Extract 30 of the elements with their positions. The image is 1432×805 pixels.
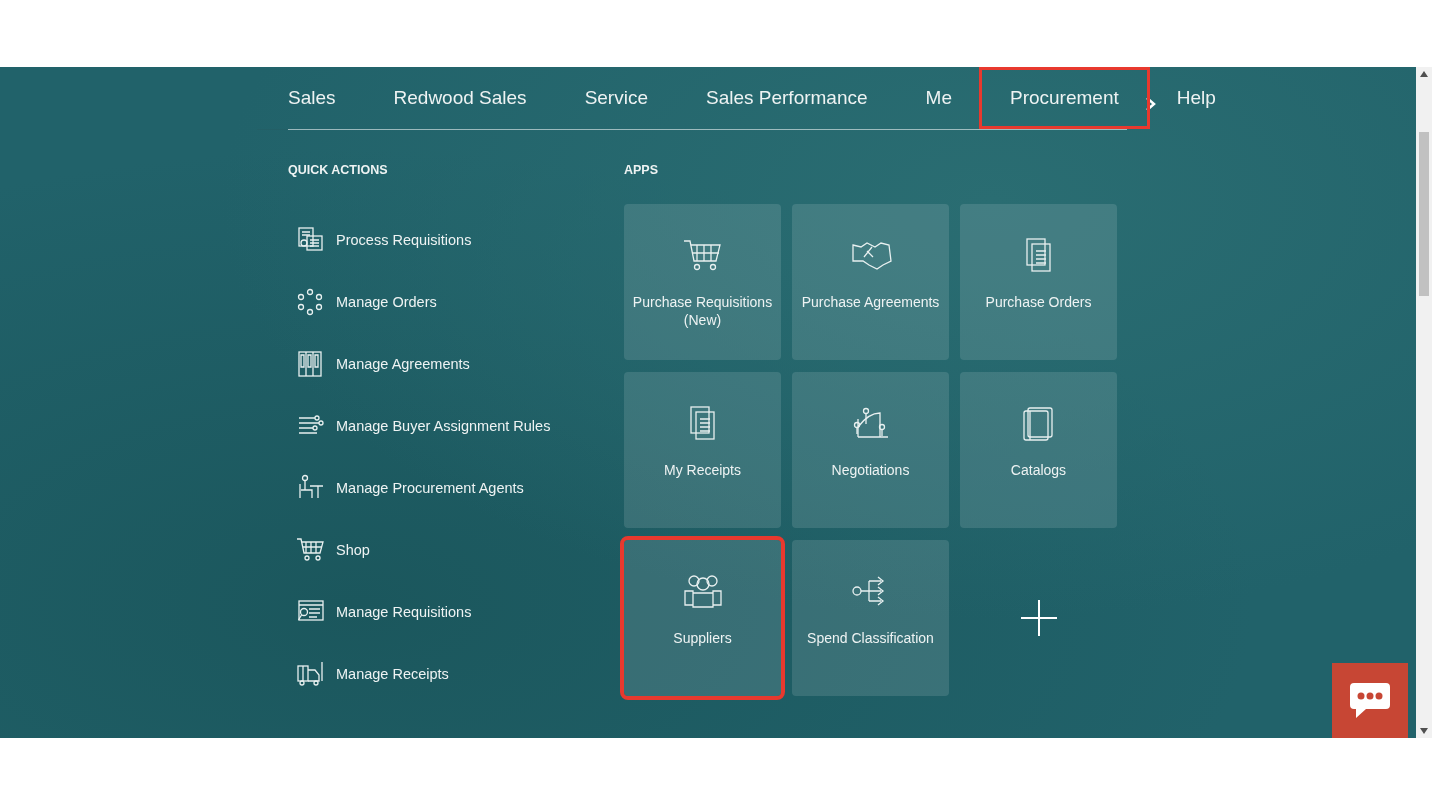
app-tile[interactable]: Purchase Agreements [792,204,949,360]
circle-of-nodes-icon[interactable] [296,288,324,316]
cart-icon[interactable] [296,536,324,564]
app-tile[interactable]: Spend Classification [792,540,949,696]
quick-action-link[interactable]: Manage Agreements [336,356,470,372]
plus-icon[interactable] [1020,600,1057,636]
quick-action-link[interactable]: Manage Procurement Agents [336,480,524,496]
forklift-icon[interactable] [296,660,324,688]
section-heading: QUICK ACTIONS [288,163,389,179]
quick-action-link[interactable]: Manage Buyer Assignment Rules [336,418,551,434]
people-group-icon [681,573,724,611]
app-tile[interactable]: Catalogs [960,372,1117,528]
document-list-icon[interactable] [296,226,324,254]
speech-bubble-icon [1348,680,1392,721]
chat-button[interactable] [1332,663,1408,738]
app-tile[interactable]: Negotiations [792,372,949,528]
scroll-down-icon[interactable] [1420,728,1428,734]
nav-tab[interactable]: Procurement [978,67,1150,129]
quick-action-link[interactable]: Shop [336,542,370,558]
scrollbar-thumb[interactable] [1419,132,1429,296]
quick-action-link[interactable]: Manage Orders [336,294,437,310]
binders-icon[interactable] [296,350,324,378]
quick-action-link[interactable]: Manage Receipts [336,666,449,682]
app-tile[interactable]: My Receipts [624,372,781,528]
quick-action-link[interactable]: Process Requisitions [336,232,472,248]
scroll-up-icon[interactable] [1420,71,1428,77]
app-tile[interactable]: Purchase Requisitions (New) [624,204,781,360]
section-heading: APPS [624,163,660,179]
quick-action-link[interactable]: Manage Requisitions [336,604,472,620]
app-tile[interactable]: Purchase Orders [960,204,1117,360]
